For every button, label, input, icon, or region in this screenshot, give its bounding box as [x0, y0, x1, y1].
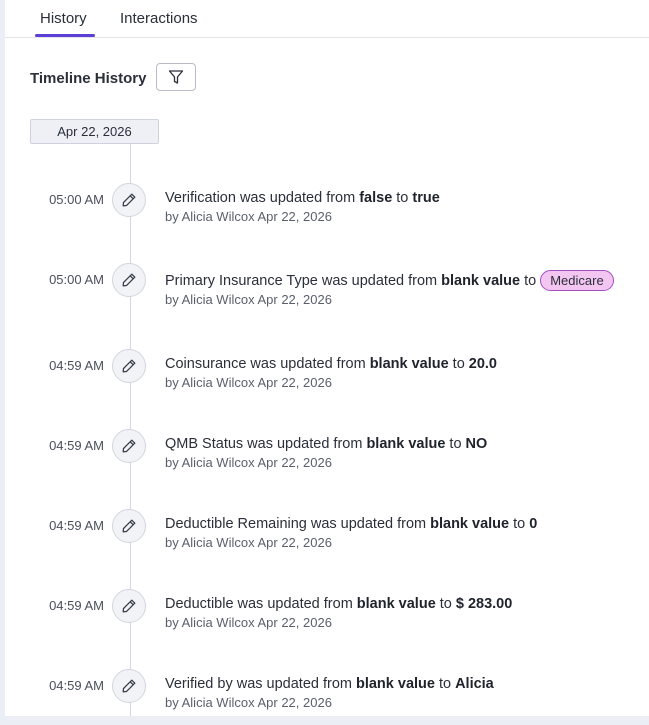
- timeline-entry: 04:59 AM Verified by was updated from blank…: [5, 669, 649, 716]
- old-value: blank value: [441, 272, 521, 289]
- edit-event-marker: [112, 509, 146, 543]
- timeline-entry: 04:59 AM QMB Status was updated from blank …: [5, 429, 649, 476]
- entry-time: 04:59 AM: [49, 598, 104, 613]
- entry-description: Coinsurance was updated from blank value to…: [165, 356, 497, 372]
- edit-event-marker: [112, 183, 146, 217]
- old-value: false: [359, 190, 393, 206]
- pencil-icon: [122, 599, 136, 613]
- entry-time: 04:59 AM: [49, 358, 104, 373]
- update-text: was updated from: [236, 676, 352, 692]
- entry-description: Deductible was updated from blank value to $…: [165, 596, 512, 612]
- pencil-icon: [122, 519, 136, 533]
- update-text: was updated from: [247, 436, 363, 452]
- filter-icon: [168, 70, 184, 84]
- old-value: blank value: [430, 516, 510, 532]
- timeline-entry: 05:00 AM Primary Insurance Type was update…: [5, 263, 649, 310]
- new-value: Alicia: [455, 676, 494, 692]
- entry-time: 04:59 AM: [49, 678, 104, 693]
- timeline-entry: 04:59 AM Coinsurance was updated from blank…: [5, 349, 649, 396]
- old-value: blank value: [369, 356, 449, 372]
- new-value: $ 283.00: [455, 596, 513, 612]
- field-name: Deductible: [165, 596, 234, 612]
- pencil-icon: [122, 439, 136, 453]
- date-group-label: Apr 22, 2026: [30, 119, 159, 144]
- edit-event-marker: [112, 589, 146, 623]
- entry-description: Deductible Remaining was updated from blan…: [165, 516, 537, 532]
- new-value-pill: Medicare: [540, 270, 614, 291]
- update-text: was updated from: [250, 356, 366, 372]
- entry-description: Verified by was updated from blank value to…: [165, 676, 494, 692]
- old-value: blank value: [356, 596, 436, 612]
- filter-button[interactable]: [156, 63, 196, 91]
- update-text: was updated from: [239, 190, 356, 206]
- to-word: to: [438, 676, 452, 692]
- field-name: Deductible Remaining: [165, 516, 307, 532]
- edit-event-marker: [112, 263, 146, 297]
- entry-description: Verification was updated from false to true: [165, 190, 440, 206]
- timeline-entry: 05:00 AM Verification was updated from fals…: [5, 183, 649, 230]
- new-value: 20.0: [468, 356, 497, 372]
- field-name: Coinsurance: [165, 356, 247, 372]
- entry-author: by Alicia Wilcox Apr 22, 2026: [165, 615, 332, 630]
- timeline-entry: 04:59 AM Deductible Remaining was updated …: [5, 509, 649, 556]
- edit-event-marker: [112, 669, 146, 703]
- pencil-icon: [122, 679, 136, 693]
- tab-bar: History Interactions: [5, 0, 649, 38]
- entry-author: by Alicia Wilcox Apr 22, 2026: [165, 535, 332, 550]
- to-word: to: [524, 272, 537, 289]
- to-word: to: [449, 436, 462, 452]
- update-text: was updated from: [310, 516, 427, 532]
- new-value: true: [412, 190, 440, 206]
- field-name: QMB Status: [165, 436, 244, 452]
- to-word: to: [452, 356, 465, 372]
- to-word: to: [513, 516, 526, 532]
- old-value: blank value: [355, 676, 435, 692]
- field-name: Verification: [165, 190, 236, 206]
- entry-time: 04:59 AM: [49, 438, 104, 453]
- field-name: Primary Insurance Type: [165, 272, 318, 289]
- new-value: NO: [465, 436, 488, 452]
- entry-author: by Alicia Wilcox Apr 22, 2026: [165, 209, 332, 224]
- entry-author: by Alicia Wilcox Apr 22, 2026: [165, 455, 332, 470]
- edit-event-marker: [112, 349, 146, 383]
- field-name: Verified by: [165, 676, 233, 692]
- new-value: 0: [529, 516, 538, 532]
- update-text: was updated from: [237, 596, 353, 612]
- entry-description: QMB Status was updated from blank value to N…: [165, 436, 487, 452]
- history-panel: History Interactions Timeline History Ap…: [5, 0, 649, 716]
- entry-author: by Alicia Wilcox Apr 22, 2026: [165, 292, 332, 307]
- entry-time: 05:00 AM: [49, 192, 104, 207]
- entry-author: by Alicia Wilcox Apr 22, 2026: [165, 695, 332, 710]
- to-word: to: [439, 596, 452, 612]
- entry-time: 04:59 AM: [49, 518, 104, 533]
- entry-description: Primary Insurance Type was updated from bl…: [165, 270, 614, 291]
- entry-author: by Alicia Wilcox Apr 22, 2026: [165, 375, 332, 390]
- entry-time: 05:00 AM: [49, 272, 104, 287]
- active-tab-indicator: [35, 34, 95, 37]
- edit-event-marker: [112, 429, 146, 463]
- timeline-entry: 04:59 AM Deductible was updated from blank …: [5, 589, 649, 636]
- timeline-history-title: Timeline History: [30, 70, 147, 87]
- update-text: was updated from: [321, 272, 438, 289]
- old-value: blank value: [366, 436, 446, 452]
- pencil-icon: [122, 273, 136, 287]
- tab-history[interactable]: History: [40, 10, 87, 27]
- to-word: to: [396, 190, 409, 206]
- pencil-icon: [122, 193, 136, 207]
- tab-interactions[interactable]: Interactions: [120, 10, 198, 27]
- pencil-icon: [122, 359, 136, 373]
